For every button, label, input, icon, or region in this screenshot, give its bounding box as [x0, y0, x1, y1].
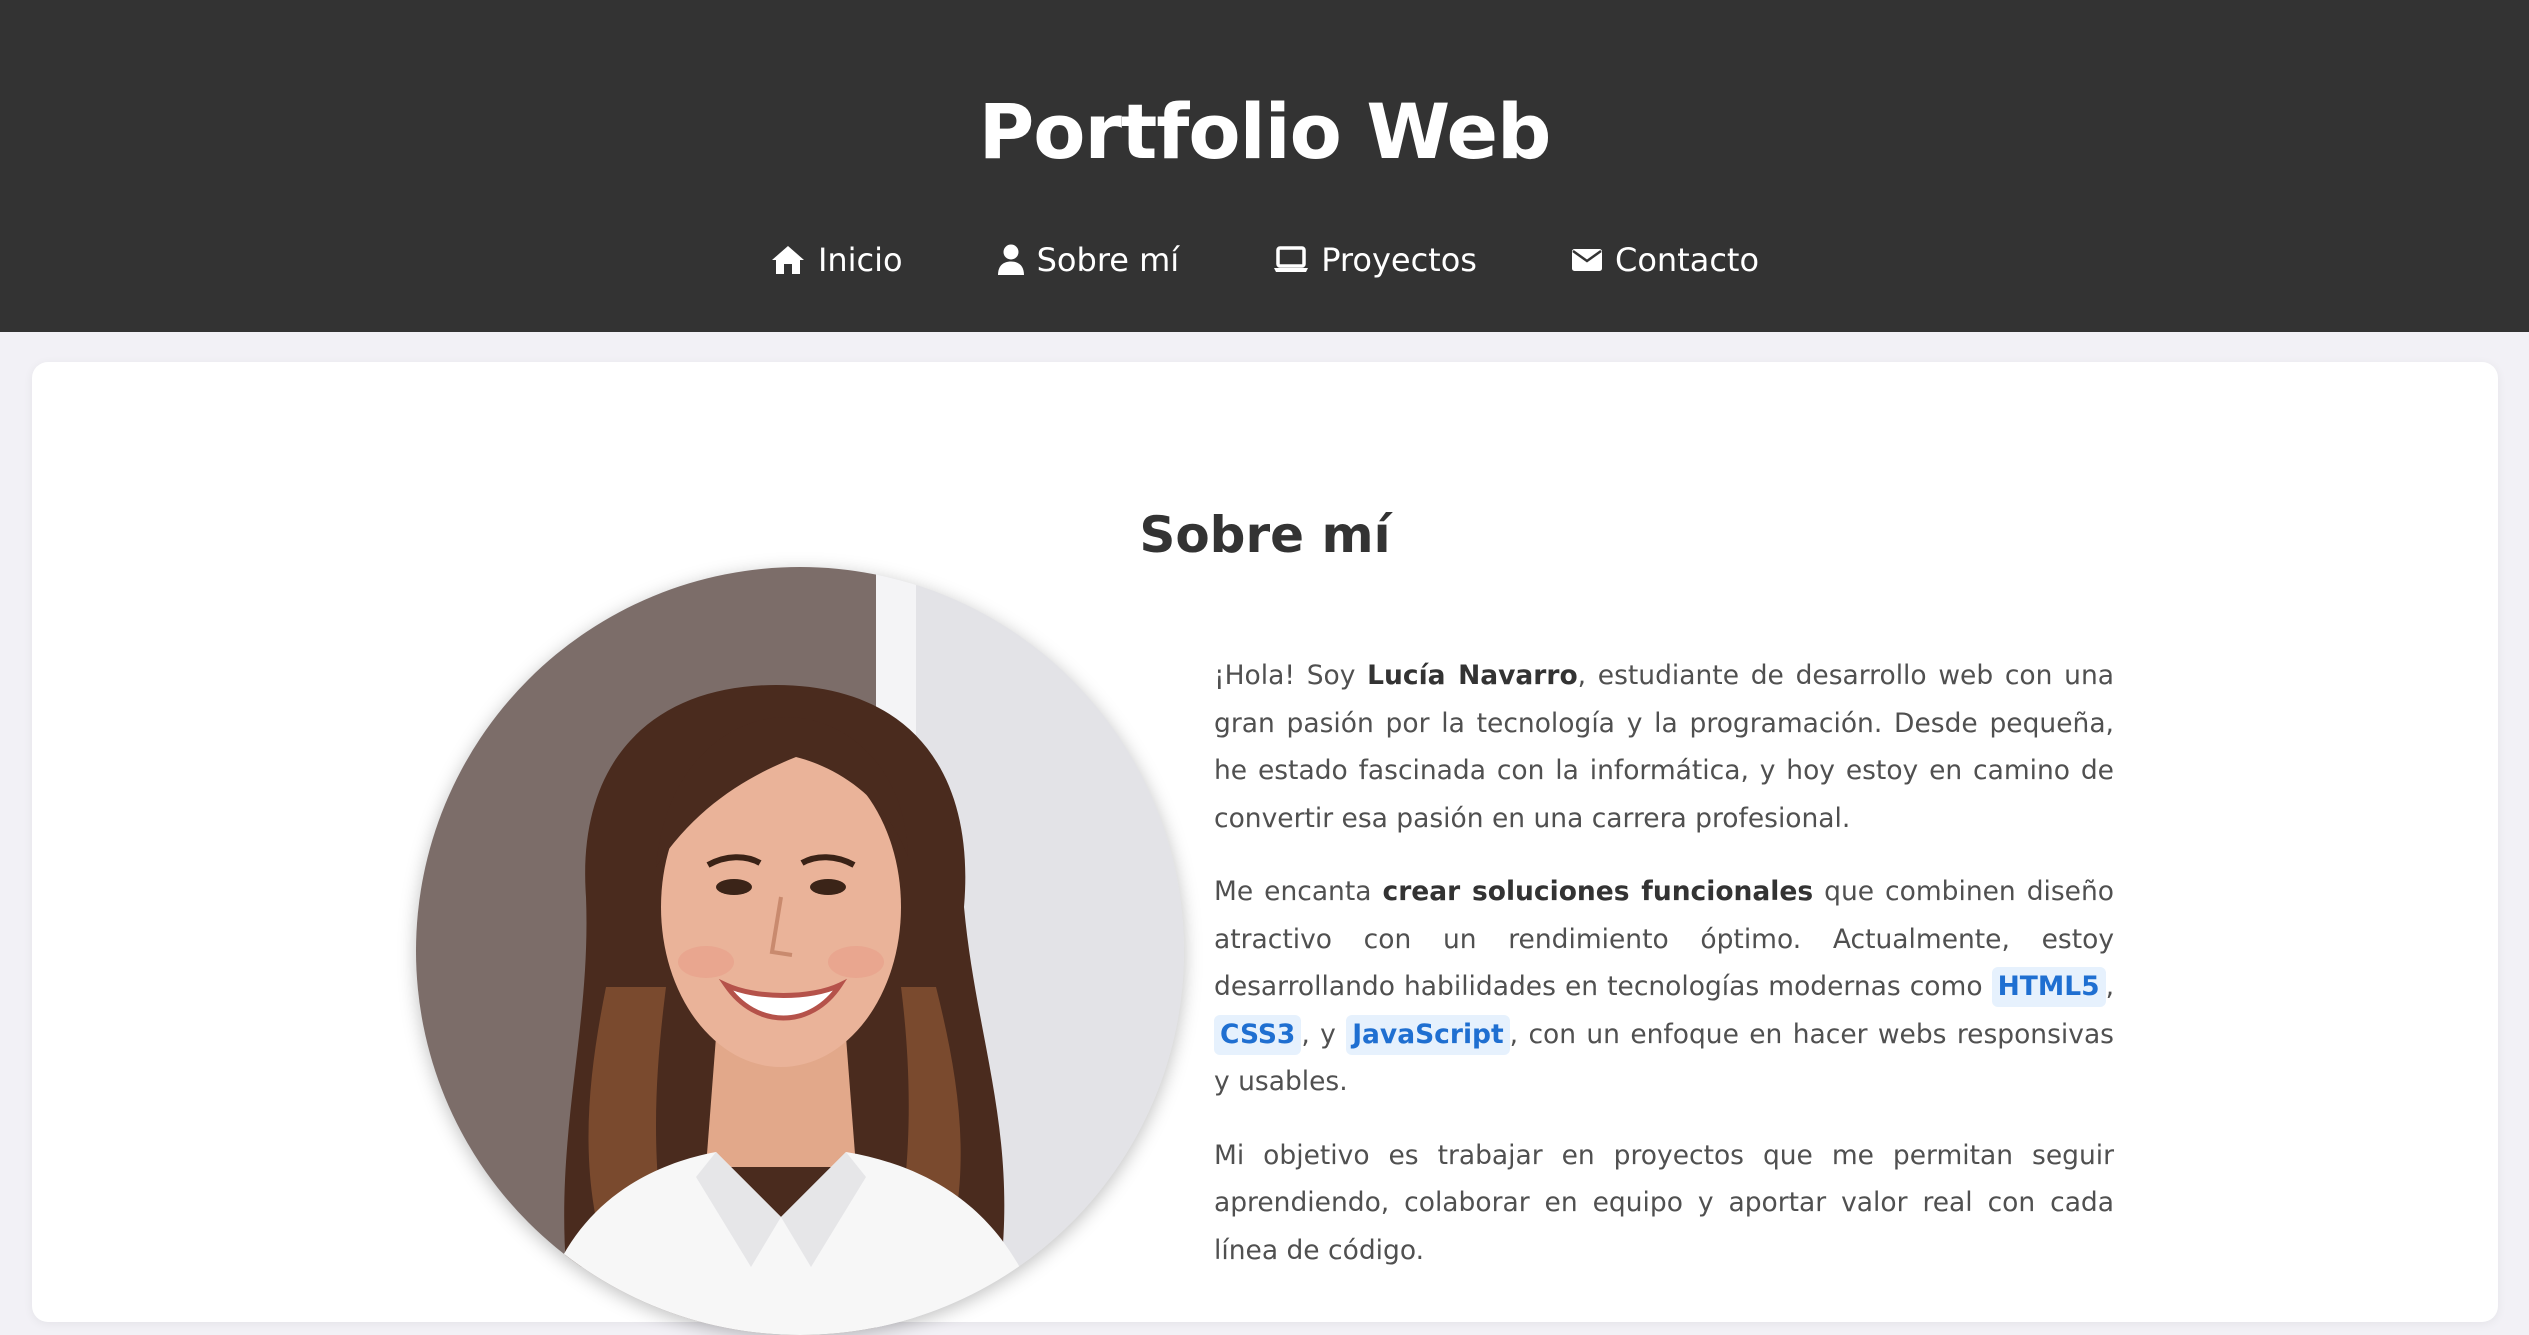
nav-item-sobre-mi[interactable]: Sobre mí [997, 241, 1180, 279]
main-nav: Inicio Sobre mí Proyectos Contacto [0, 236, 2529, 284]
section-title: Sobre mí [1139, 505, 1391, 564]
tech-badge-html5: HTML5 [1991, 967, 2106, 1007]
bio-paragraph-1: ¡Hola! Soy Lucía Navarro, estudiante de … [1214, 660, 2114, 834]
profile-photo [416, 567, 1184, 1335]
nav-label: Inicio [817, 241, 903, 279]
tech-badge-javascript: JavaScript [1346, 1014, 1510, 1055]
site-title: Portfolio Web [978, 87, 1552, 176]
nav-label: Proyectos [1321, 241, 1477, 279]
nav-item-proyectos[interactable]: Proyectos [1273, 241, 1477, 279]
strong-highlight: crear soluciones funcionales [1382, 876, 1814, 907]
user-icon [997, 244, 1025, 276]
bio-paragraph-2: Me encanta crear soluciones funcionales … [1214, 876, 2114, 1097]
home-icon [770, 244, 806, 276]
about-card: Sobre mí ¡Hola! Soy Lucía Navarro, estud… [32, 362, 2498, 1335]
about-text: ¡Hola! Soy Lucía Navarro, estudiante de … [1214, 652, 2114, 1300]
nav-label: Sobre mí [1036, 241, 1180, 279]
laptop-icon [1273, 246, 1309, 274]
bio-paragraph-3: Mi objetivo es trabajar en proyectos que… [1214, 1139, 2114, 1266]
site-header: Portfolio Web Inicio Sobre mí Proyectos … [0, 0, 2529, 332]
nav-item-contacto[interactable]: Contacto [1571, 241, 1759, 279]
envelope-icon [1571, 247, 1603, 273]
nav-label: Contacto [1614, 241, 1760, 279]
tech-badge-css3: CSS3 [1214, 1014, 1302, 1055]
nav-item-inicio[interactable]: Inicio [770, 241, 903, 279]
name-highlight: Lucía Navarro [1367, 660, 1578, 691]
